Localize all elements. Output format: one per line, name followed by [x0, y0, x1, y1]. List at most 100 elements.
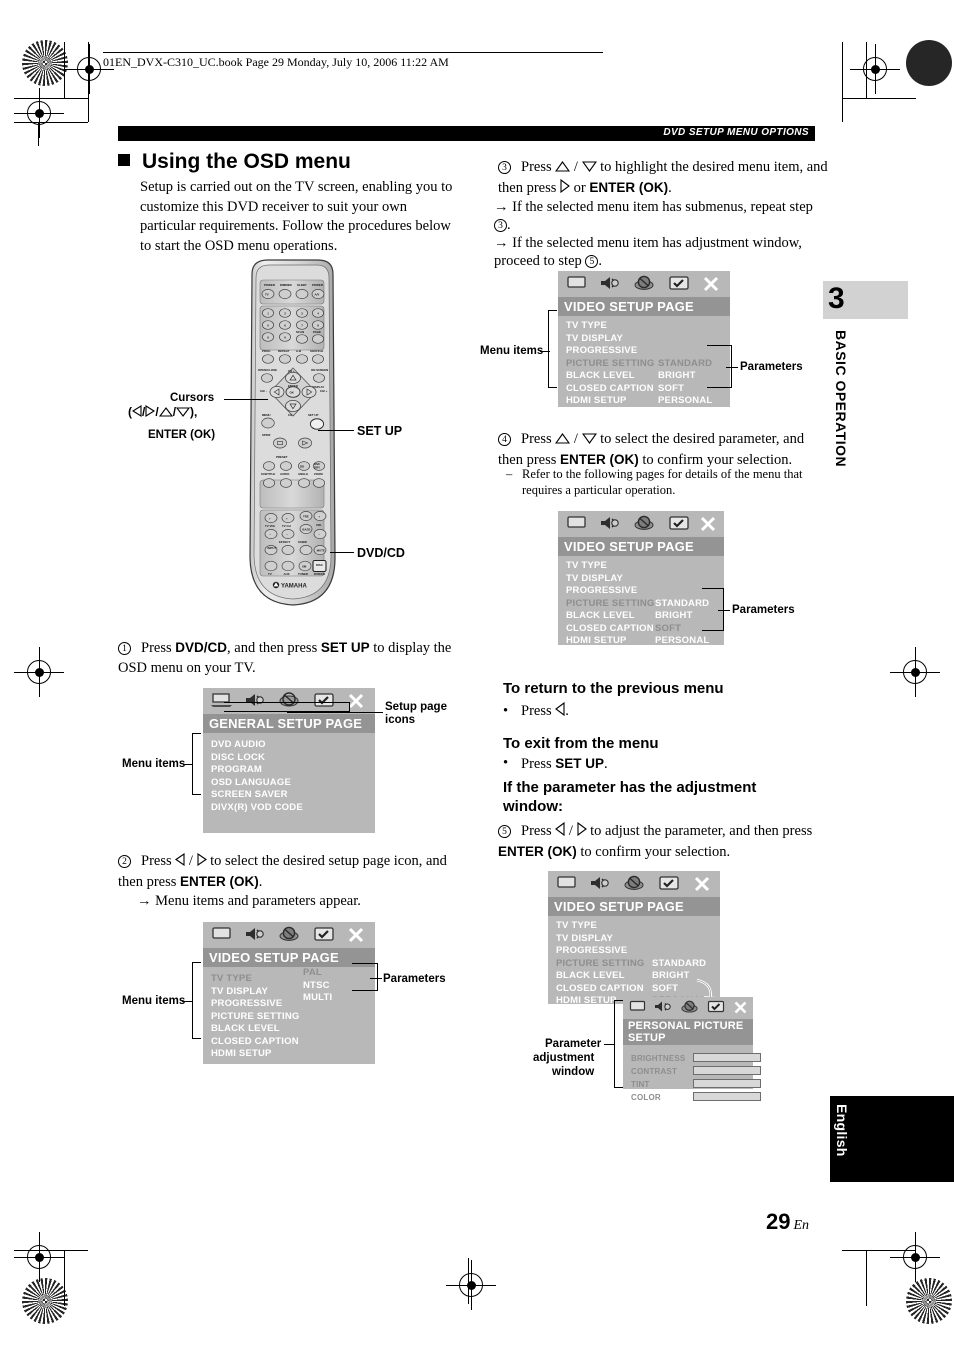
adjustment-slider[interactable]	[693, 1066, 761, 1075]
osd-menu-item[interactable]: PROGRESSIVE	[211, 998, 375, 1011]
audio-icon[interactable]	[589, 875, 611, 896]
osd-parameter[interactable]: PERSONAL	[655, 635, 709, 648]
osd-menu-item[interactable]: PROGRESSIVE	[556, 945, 720, 958]
svg-text:TRE: TRE	[303, 515, 309, 519]
osd-parameter[interactable]: BRIGHT	[658, 370, 696, 383]
osd-parameter[interactable]: STANDARD	[652, 958, 706, 971]
osd-parameter[interactable]: NTSC	[303, 980, 330, 993]
osd-menu-item[interactable]: BLACK LEVEL	[566, 370, 730, 383]
step2-text-a: Press	[141, 853, 176, 869]
disc-icon[interactable]	[623, 875, 645, 896]
audio-icon[interactable]	[654, 1000, 673, 1018]
svg-text:ON SCREEN: ON SCREEN	[311, 368, 328, 372]
osd-menu-item[interactable]: SCREEN SAVER	[211, 789, 375, 802]
step-number: 5	[498, 825, 511, 838]
osd-menu-item[interactable]: TV TYPE	[566, 320, 730, 333]
parameters-bracket	[352, 963, 378, 991]
osd-menu-items: TV TYPE TV DISPLAY PROGRESSIVE PICTURE S…	[558, 556, 724, 648]
exit-icon[interactable]	[699, 515, 717, 538]
osd-video-setup-parameters: VIDEO SETUP PAGE TV TYPE TV DISPLAY PROG…	[558, 511, 724, 648]
crop-line	[14, 122, 88, 123]
disc-icon[interactable]	[633, 275, 655, 296]
exit-icon[interactable]	[733, 1000, 748, 1020]
tv-icon[interactable]	[566, 515, 588, 536]
tv-icon[interactable]	[566, 275, 588, 296]
adjustment-row[interactable]: BRIGHTNESS 0	[631, 1053, 773, 1064]
step-2: 2 Press / to select the desired setup pa…	[118, 852, 463, 912]
step-ref-number: 3	[494, 219, 507, 232]
callout-setup-page-icons-line2: icons	[385, 714, 416, 726]
osd-menu-item[interactable]: PICTURE SETTING	[211, 1011, 375, 1024]
osd-menu-item[interactable]: TV TYPE	[556, 920, 720, 933]
preference-icon[interactable]	[668, 275, 690, 296]
callout-menu-items-general: Menu items	[122, 758, 186, 770]
tv-icon[interactable]	[211, 926, 233, 947]
disc-icon[interactable]	[680, 1000, 699, 1018]
osd-parameter[interactable]: MULTI	[303, 992, 332, 1005]
osd-menu-item[interactable]: TV DISPLAY	[211, 986, 375, 999]
step-number: 4	[498, 433, 511, 446]
preference-icon[interactable]	[707, 1000, 726, 1018]
adjustment-row[interactable]: CONTRAST 0	[631, 1066, 773, 1077]
adjustment-slider[interactable]	[693, 1053, 761, 1062]
osd-parameter[interactable]: SOFT	[658, 383, 684, 396]
step2-arrow-note: → Menu items and parameters appear.	[137, 893, 361, 909]
adjustment-row[interactable]: COLOR 0	[631, 1092, 773, 1103]
callout-dvdcd: DVD/CD	[357, 546, 405, 560]
osd-menu-item[interactable]: PROGRESSIVE	[566, 345, 730, 358]
osd-parameter[interactable]: SOFT	[652, 983, 678, 996]
osd-video-setup-page-icons: VIDEO SETUP PAGE TV TYPE TV DISPLAY PROG…	[203, 922, 375, 1064]
osd-menu-item[interactable]: BLACK LEVEL	[211, 1023, 375, 1036]
osd-menu-item[interactable]: BLACK LEVEL	[566, 610, 724, 623]
step1-bold-dvdcd: DVD/CD	[175, 640, 228, 655]
osd-parameter-selected[interactable]: PAL	[303, 967, 322, 980]
preference-icon[interactable]	[668, 515, 690, 536]
osd-menu-item[interactable]: DVD AUDIO	[211, 739, 375, 752]
osd-menu-item[interactable]: PROGRESSIVE	[566, 585, 724, 598]
callout-adjust-window-l3: window	[552, 1066, 595, 1078]
step-number: 2	[118, 855, 131, 868]
osd-parameter[interactable]: PERSONAL	[658, 395, 712, 408]
osd-menu-item[interactable]: DIVX(R) VOD CODE	[211, 802, 375, 815]
adjustment-row[interactable]: TINT 0	[631, 1079, 773, 1090]
osd-menu-item[interactable]: CLOSED CAPTION	[566, 623, 724, 636]
audio-icon[interactable]	[599, 515, 621, 536]
audio-icon[interactable]	[599, 275, 621, 296]
preference-icon[interactable]	[313, 926, 335, 947]
step1-text-b: , and then press	[227, 640, 321, 656]
callout-adjust-window-l1: Parameter	[545, 1038, 602, 1050]
osd-parameter-selected[interactable]: SOFT	[655, 623, 681, 636]
exit-icon[interactable]	[702, 275, 720, 298]
osd-menu-item[interactable]: CLOSED CAPTION	[566, 383, 730, 396]
osd-menu-item[interactable]: DISC LOCK	[211, 752, 375, 765]
disc-icon[interactable]	[633, 515, 655, 536]
osd-title: PERSONAL PICTURE SETUP	[623, 1019, 753, 1045]
exit-icon[interactable]	[693, 875, 711, 898]
square-bullet-icon	[118, 154, 130, 166]
osd-parameter-selected[interactable]: STANDARD	[658, 358, 712, 371]
osd-menu-item[interactable]: PROGRAM	[211, 764, 375, 777]
tv-icon[interactable]	[556, 875, 578, 896]
osd-menu-item-selected[interactable]: TV TYPE	[211, 973, 375, 986]
disc-icon[interactable]	[278, 926, 300, 947]
osd-menu-item[interactable]: TV DISPLAY	[566, 333, 730, 346]
osd-menu-item[interactable]: TV TYPE	[566, 560, 724, 573]
osd-menu-item[interactable]: OSD LANGUAGE	[211, 777, 375, 790]
tv-icon[interactable]	[629, 1000, 647, 1018]
audio-icon[interactable]	[244, 926, 266, 947]
osd-menu-item[interactable]: TV DISPLAY	[566, 573, 724, 586]
adjustment-slider[interactable]	[693, 1079, 761, 1088]
adjustment-value: 0	[769, 1054, 774, 1063]
step4-text-a: Press	[521, 431, 556, 447]
osd-menu-item[interactable]: HDMI SETUP	[211, 1048, 375, 1061]
exit-icon[interactable]	[347, 926, 365, 949]
halftone-mark-bottom-right	[906, 1278, 952, 1324]
osd-menu-item[interactable]: CLOSED CAPTION	[211, 1036, 375, 1049]
adjustment-slider[interactable]	[693, 1092, 761, 1101]
osd-parameter[interactable]: BRIGHT	[652, 970, 690, 983]
heading-adjustment-window-l2: window:	[503, 798, 563, 815]
svg-text:EFFECT: EFFECT	[279, 540, 290, 544]
osd-menu-item[interactable]: TV DISPLAY	[556, 933, 720, 946]
osd-parameter[interactable]: BRIGHT	[655, 610, 693, 623]
preference-icon[interactable]	[658, 875, 680, 896]
